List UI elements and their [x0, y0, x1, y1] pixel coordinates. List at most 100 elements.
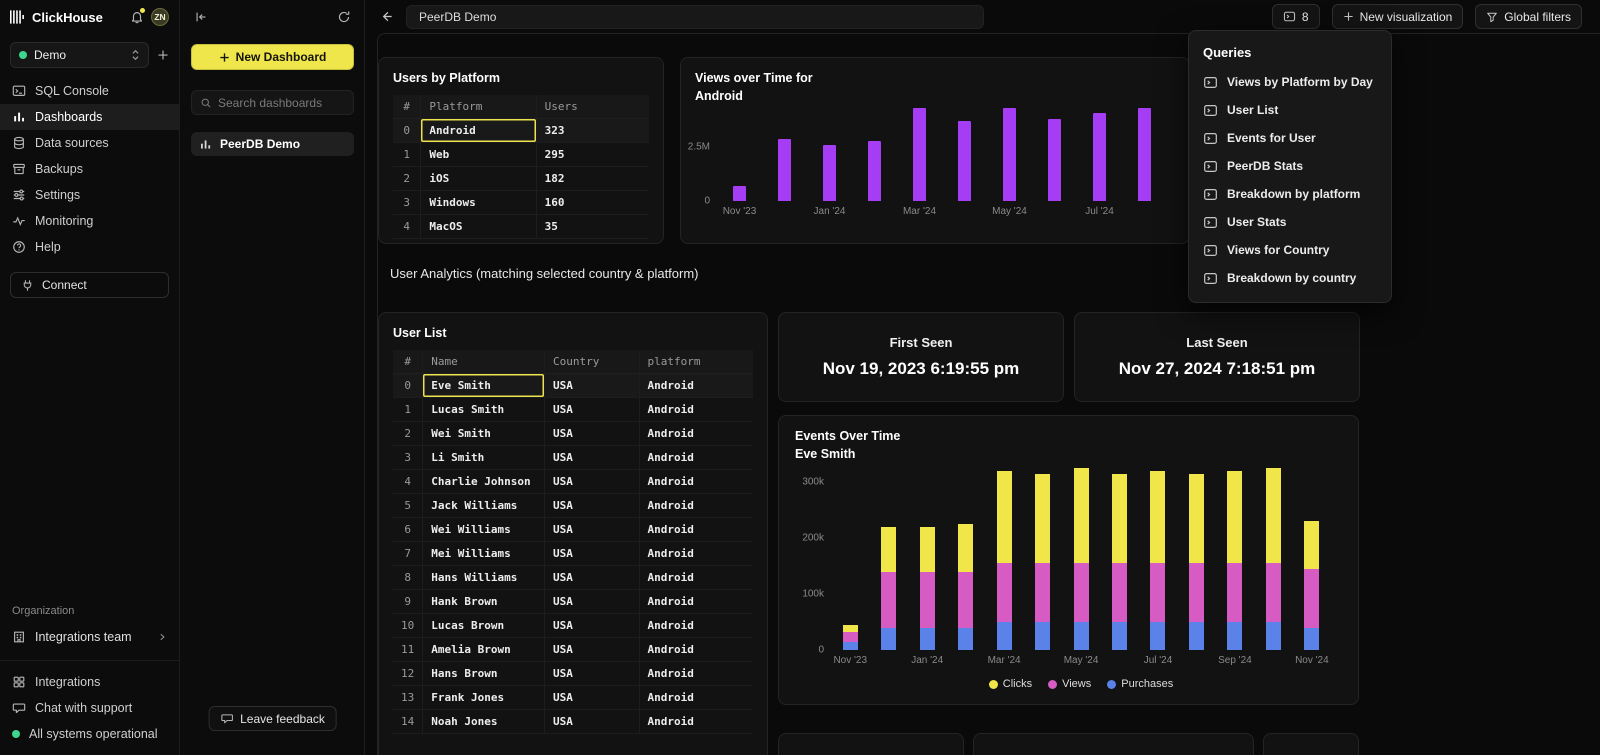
bar-segment-views[interactable] [1074, 563, 1089, 622]
bar-segment-purchases[interactable] [958, 628, 973, 650]
table-cell[interactable]: 8 [393, 566, 423, 590]
table-cell[interactable]: Android [639, 422, 753, 446]
bar[interactable] [1227, 468, 1242, 650]
bar-segment-views[interactable] [1112, 563, 1127, 622]
table-cell[interactable]: 182 [536, 167, 649, 191]
table-row[interactable]: 1Lucas SmithUSAAndroid [393, 398, 753, 422]
table-cell[interactable]: iOS [421, 167, 536, 191]
table-cell[interactable]: 13 [393, 686, 423, 710]
table-cell[interactable]: Wei Williams [423, 518, 545, 542]
bar-segment-views[interactable] [1035, 563, 1050, 622]
table-cell[interactable]: Li Smith [423, 446, 545, 470]
bar[interactable] [881, 468, 896, 650]
table-cell[interactable]: 5 [393, 494, 423, 518]
sidebar-item-sql-console[interactable]: SQL Console [0, 78, 179, 104]
table-row[interactable]: 0Android323 [393, 119, 649, 143]
table-cell[interactable]: Android [639, 686, 753, 710]
avatar[interactable]: ZN [151, 8, 169, 26]
bar-segment-purchases[interactable] [920, 628, 935, 650]
bar-segment-views[interactable] [1266, 563, 1281, 622]
table-cell[interactable]: 12 [393, 662, 423, 686]
table-cell[interactable]: USA [544, 710, 639, 734]
column-header[interactable]: # [393, 95, 421, 119]
queries-menu-item[interactable]: Views by Platform by Day [1189, 68, 1391, 96]
column-header[interactable]: platform [639, 350, 753, 374]
sidebar-item-integrations[interactable]: Integrations [0, 669, 179, 695]
column-header[interactable]: Name [423, 350, 545, 374]
table-row[interactable]: 3Li SmithUSAAndroid [393, 446, 753, 470]
table-cell[interactable]: 14 [393, 710, 423, 734]
sidebar-item-monitoring[interactable]: Monitoring [0, 208, 179, 234]
table-row[interactable]: 13Frank JonesUSAAndroid [393, 686, 753, 710]
legend-item[interactable]: Purchases [1107, 678, 1173, 690]
table-cell[interactable]: 2 [393, 167, 421, 191]
search-dashboards-input[interactable] [218, 96, 373, 110]
table-cell[interactable]: USA [544, 566, 639, 590]
table-cell[interactable]: 10 [393, 614, 423, 638]
dashboard-search[interactable] [191, 90, 354, 115]
bar-segment-clicks[interactable] [1035, 474, 1050, 564]
table-cell[interactable]: USA [544, 470, 639, 494]
table-cell[interactable]: Android [639, 638, 753, 662]
queries-menu-item[interactable]: PeerDB Stats [1189, 152, 1391, 180]
column-header[interactable]: Platform [421, 95, 536, 119]
bar[interactable] [1138, 108, 1151, 201]
table-cell[interactable]: USA [544, 638, 639, 662]
table-cell[interactable]: Charlie Johnson [423, 470, 545, 494]
table-cell[interactable]: 4 [393, 215, 421, 239]
global-filters-button[interactable]: Global filters [1475, 4, 1582, 29]
table-cell[interactable]: USA [544, 398, 639, 422]
bar-segment-purchases[interactable] [1304, 628, 1319, 650]
bar-segment-clicks[interactable] [1074, 468, 1089, 563]
bar-segment-views[interactable] [958, 572, 973, 628]
table-cell[interactable]: Jack Williams [423, 494, 545, 518]
sidebar-item-backups[interactable]: Backups [0, 156, 179, 182]
table-row[interactable]: 2iOS182 [393, 167, 649, 191]
column-header[interactable]: # [393, 350, 423, 374]
table-row[interactable]: 8Hans WilliamsUSAAndroid [393, 566, 753, 590]
bar-segment-views[interactable] [997, 563, 1012, 622]
refresh-icon[interactable] [337, 10, 351, 24]
queries-menu-item[interactable]: Breakdown by country [1189, 264, 1391, 292]
table-cell[interactable]: 3 [393, 191, 421, 215]
queries-menu-item[interactable]: User List [1189, 96, 1391, 124]
table-cell[interactable]: Android [639, 710, 753, 734]
bar[interactable] [1304, 468, 1319, 650]
sidebar-item-chat-support[interactable]: Chat with support [0, 695, 179, 721]
table-cell[interactable]: Android [639, 398, 753, 422]
bar-segment-clicks[interactable] [1150, 471, 1165, 563]
bar-segment-clicks[interactable] [1189, 474, 1204, 564]
dashboard-list-item[interactable]: PeerDB Demo [191, 132, 354, 156]
table-cell[interactable]: Noah Jones [423, 710, 545, 734]
add-service-icon[interactable] [157, 49, 169, 61]
table-cell[interactable]: 0 [393, 119, 421, 143]
bar-segment-purchases[interactable] [1035, 622, 1050, 650]
bar[interactable] [778, 139, 791, 201]
table-cell[interactable]: Hans Williams [423, 566, 545, 590]
table-cell[interactable]: Android [639, 446, 753, 470]
table-cell[interactable]: Android [639, 662, 753, 686]
table-cell[interactable]: Mei Williams [423, 542, 545, 566]
table-cell[interactable]: Wei Smith [423, 422, 545, 446]
bar-segment-clicks[interactable] [920, 527, 935, 572]
table-row[interactable]: 4Charlie JohnsonUSAAndroid [393, 470, 753, 494]
bar-segment-views[interactable] [1189, 563, 1204, 622]
bar[interactable] [1189, 468, 1204, 650]
bar[interactable] [1035, 468, 1050, 650]
bar[interactable] [958, 121, 971, 201]
table-cell[interactable]: 35 [536, 215, 649, 239]
table-cell[interactable]: Eve Smith [423, 374, 545, 398]
table-cell[interactable]: 1 [393, 143, 421, 167]
table-cell[interactable]: Windows [421, 191, 536, 215]
table-cell[interactable]: USA [544, 446, 639, 470]
table-cell[interactable]: 3 [393, 446, 423, 470]
table-cell[interactable]: Frank Jones [423, 686, 545, 710]
bar-segment-clicks[interactable] [843, 625, 858, 632]
leave-feedback-button[interactable]: Leave feedback [208, 706, 337, 731]
column-header[interactable]: Country [544, 350, 639, 374]
table-cell[interactable]: USA [544, 518, 639, 542]
dashboard-title-input[interactable] [406, 5, 984, 29]
queries-menu-item[interactable]: Breakdown by platform [1189, 180, 1391, 208]
table-cell[interactable]: 323 [536, 119, 649, 143]
table-row[interactable]: 3Windows160 [393, 191, 649, 215]
